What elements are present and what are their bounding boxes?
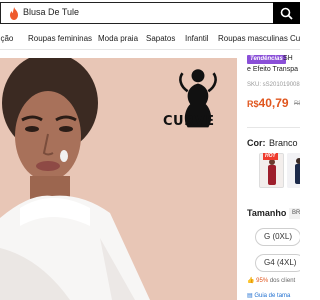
fit-stat-percent: 95% [256,278,269,284]
search-icon [280,7,293,20]
category-nav: ução Roupas femininas Moda praia Sapatos… [0,28,300,50]
product-title-line2: e Efeito Transpa [247,66,298,73]
top-search-bar: Blusa De Tule [0,0,300,26]
size-guide-link[interactable]: ▤ Guia de tama [247,292,290,299]
thumbs-up-icon: 👍 [247,278,255,284]
search-query-text: Blusa De Tule [23,7,80,17]
nav-item-roupas-femininas[interactable]: Roupas femininas [28,34,92,43]
product-sku: SKU: sS201019008 [247,82,300,88]
color-swatch-navy[interactable] [287,153,300,188]
size-region-chip[interactable]: BR [289,208,300,219]
nav-item-roupas-masculinas[interactable]: Roupas masculinas [218,34,288,43]
fit-stat-text: dos client [269,278,296,284]
color-value: Branco [269,138,298,148]
swatch-image [287,153,300,188]
nav-item-infantil[interactable]: Infantil [185,34,209,43]
ruler-icon: ▤ [247,293,253,299]
product-price: R$40,79 [247,96,289,110]
hot-badge: HOT [263,153,278,160]
search-button[interactable] [273,2,300,24]
nav-item-cut[interactable]: Cu [290,34,300,43]
color-label: Cor: [247,138,266,148]
price-currency: R$ [247,99,259,109]
old-price: R$ [294,101,300,107]
size-guide-text: Guia de tama [254,293,291,299]
nav-item-partial[interactable]: ução [0,34,13,43]
divider [247,127,300,128]
product-title: SH [283,55,293,62]
product-info-panel: Tendências SH e Efeito Transpa SKU: sS20… [245,52,300,300]
size-option[interactable]: G4 (4XL) [255,254,300,272]
curve-badge-text: CURVE [163,114,215,129]
search-input[interactable]: Blusa De Tule [0,2,273,24]
size-option[interactable]: G (0XL) [255,228,300,246]
size-label: Tamanho [247,208,287,218]
product-image[interactable]: CURVE [0,58,237,300]
trend-tag: Tendências [247,55,286,64]
price-value: 40,79 [258,96,289,110]
flame-icon [10,7,18,20]
nav-item-moda-praia[interactable]: Moda praia [98,34,138,43]
nav-item-sapatos[interactable]: Sapatos [146,34,175,43]
fit-stat: 👍 95% dos client [247,277,295,284]
